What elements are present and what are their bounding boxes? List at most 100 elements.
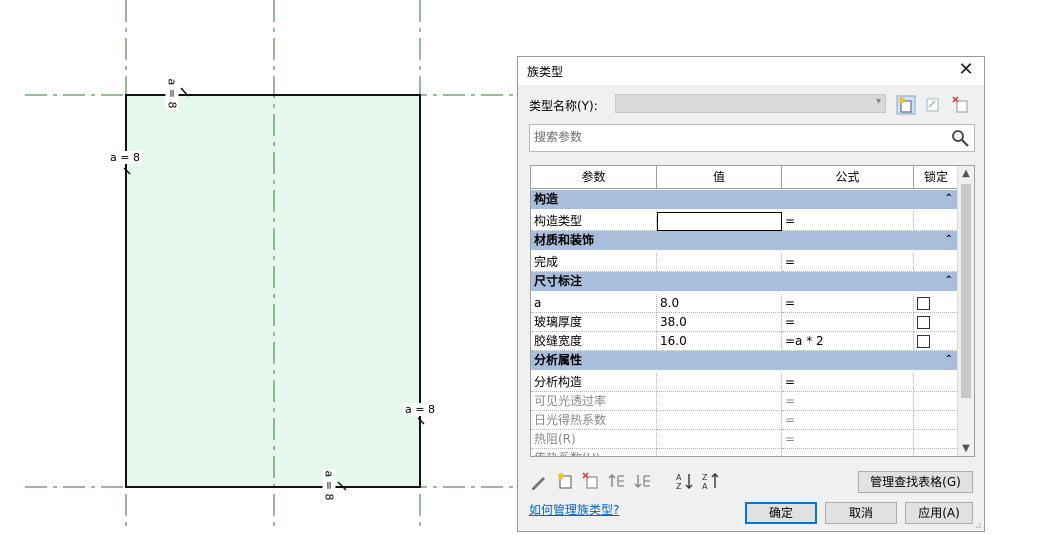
formula-cell[interactable]: = — [782, 212, 914, 231]
dimension-label-bottom[interactable]: a = 8 — [322, 469, 336, 502]
parameter-row[interactable]: a 8.0 = — [531, 294, 959, 313]
group-header[interactable]: 分析属性 ⌃ — [531, 351, 959, 370]
delete-parameter-icon[interactable] — [581, 471, 601, 491]
parameter-row[interactable]: 传热系数(U) = — [531, 449, 959, 456]
parameter-row[interactable]: 可见光透过率 = — [531, 392, 959, 411]
group-header[interactable]: 材质和装饰 ⌃ — [531, 231, 959, 250]
edit-parameter-icon[interactable] — [529, 471, 549, 491]
lock-cell — [914, 212, 959, 231]
value-cell[interactable]: 38.0 — [657, 313, 782, 332]
new-parameter-icon[interactable] — [555, 471, 575, 491]
formula-cell[interactable]: = — [782, 294, 914, 313]
param-name-cell: 胶缝宽度 — [531, 332, 657, 351]
group-name: 分析属性 — [534, 353, 583, 367]
parameter-row[interactable]: 分析构造 = — [531, 373, 959, 392]
sort-descending-icon[interactable]: Z A — [701, 471, 721, 491]
formula-cell[interactable]: = — [782, 411, 914, 430]
delete-type-icon[interactable] — [951, 95, 971, 115]
collapse-icon[interactable]: ⌃ — [945, 231, 953, 249]
dimension-label-left[interactable]: a = 8 — [109, 151, 141, 164]
value-cell[interactable] — [657, 411, 782, 430]
value-cell[interactable] — [657, 449, 782, 456]
scroll-down-icon[interactable]: ▼ — [958, 443, 974, 454]
panel-fill — [126, 95, 420, 487]
lock-cell[interactable] — [914, 294, 959, 313]
dialog-title: 族类型 — [527, 65, 564, 79]
new-type-icon[interactable] — [896, 95, 916, 115]
group-name: 构造 — [534, 192, 559, 206]
resize-grip-icon[interactable] — [974, 521, 982, 529]
formula-cell[interactable]: = — [782, 430, 914, 449]
help-link[interactable]: 如何管理族类型? — [529, 501, 619, 518]
formula-cell[interactable]: = — [782, 313, 914, 332]
search-icon[interactable] — [950, 128, 970, 148]
value-cell[interactable] — [657, 392, 782, 411]
formula-cell[interactable]: = — [782, 449, 914, 456]
scroll-thumb[interactable] — [961, 184, 971, 398]
parameter-row[interactable]: 玻璃厚度 38.0 = — [531, 313, 959, 332]
parameter-row[interactable]: 日光得热系数 = — [531, 411, 959, 430]
ok-button[interactable]: 确定 — [745, 502, 817, 524]
dialog-titlebar[interactable]: 族类型 ✕ — [518, 57, 984, 85]
cancel-button[interactable]: 取消 — [825, 502, 897, 524]
param-name-cell: 可见光透过率 — [531, 392, 657, 411]
column-header-formula[interactable]: 公式 — [782, 166, 914, 189]
grid-scrollbar[interactable]: ▲ ▼ — [957, 166, 974, 456]
lock-cell — [914, 392, 959, 411]
lock-checkbox[interactable] — [917, 316, 930, 329]
collapse-icon[interactable]: ⌃ — [945, 272, 953, 290]
group-header[interactable]: 尺寸标注 ⌃ — [531, 272, 959, 291]
formula-cell[interactable]: = — [782, 373, 914, 392]
value-cell[interactable] — [657, 430, 782, 449]
formula-cell[interactable]: = — [782, 392, 914, 411]
value-cell[interactable]: 16.0 — [657, 332, 782, 351]
value-cell[interactable] — [657, 253, 782, 272]
lock-checkbox[interactable] — [917, 335, 930, 348]
move-down-icon[interactable] — [633, 471, 653, 491]
group-header[interactable]: 构造 ⌃ — [531, 190, 959, 209]
lock-cell[interactable] — [914, 313, 959, 332]
parameter-row[interactable]: 完成 = — [531, 253, 959, 272]
lock-checkbox[interactable] — [917, 297, 930, 310]
close-icon[interactable]: ✕ — [956, 60, 976, 80]
param-name-cell: 分析构造 — [531, 373, 657, 392]
parameters-grid[interactable]: 参数 值 公式 锁定 构造 ⌃ 构造类型 = 材质和装饰 ⌃ 完成 = 尺寸标注 ⌃ a 8.0 = 玻璃… — [530, 165, 975, 457]
parameter-row[interactable]: 胶缝宽度 16.0 =a * 2 — [531, 332, 959, 351]
column-header-lock[interactable]: 锁定 — [914, 166, 959, 189]
svg-text:A: A — [702, 482, 708, 491]
column-header-value[interactable]: 值 — [657, 166, 782, 189]
search-params-input[interactable]: 搜索参数 — [529, 124, 975, 152]
param-name-cell: 玻璃厚度 — [531, 313, 657, 332]
type-name-select[interactable]: ▾ — [615, 94, 886, 113]
manage-lookup-tables-button[interactable]: 管理查找表格(G) — [858, 471, 973, 493]
svg-text:Z: Z — [702, 473, 708, 482]
dimension-label-top[interactable]: a = 8 — [165, 77, 179, 110]
formula-cell[interactable]: = — [782, 253, 914, 272]
group-name: 尺寸标注 — [534, 274, 583, 288]
search-placeholder: 搜索参数 — [534, 130, 583, 144]
apply-button[interactable]: 应用(A) — [905, 502, 973, 524]
move-up-icon[interactable] — [607, 471, 627, 491]
lock-cell[interactable] — [914, 332, 959, 351]
value-cell[interactable] — [657, 212, 782, 231]
collapse-icon[interactable]: ⌃ — [945, 190, 953, 208]
parameter-row[interactable]: 热阻(R) = — [531, 430, 959, 449]
value-cell[interactable] — [657, 373, 782, 392]
lock-cell — [914, 449, 959, 456]
param-name-cell: 日光得热系数 — [531, 411, 657, 430]
type-name-label: 类型名称(Y): — [529, 99, 598, 113]
param-name-cell: 热阻(R) — [531, 430, 657, 449]
param-name-cell: a — [531, 294, 657, 313]
sort-ascending-icon[interactable]: A Z — [675, 471, 695, 491]
rename-type-icon[interactable] — [923, 95, 943, 115]
group-name: 材质和装饰 — [534, 233, 595, 247]
parameter-row[interactable]: 构造类型 = — [531, 212, 959, 231]
formula-cell[interactable]: =a * 2 — [782, 332, 914, 351]
scroll-up-icon[interactable]: ▲ — [958, 168, 974, 179]
value-cell[interactable]: 8.0 — [657, 294, 782, 313]
param-name-cell: 传热系数(U) — [531, 449, 657, 456]
column-header-param[interactable]: 参数 — [531, 166, 657, 189]
svg-text:Z: Z — [676, 482, 682, 491]
dimension-label-right[interactable]: a = 8 — [404, 403, 436, 416]
collapse-icon[interactable]: ⌃ — [945, 351, 953, 369]
